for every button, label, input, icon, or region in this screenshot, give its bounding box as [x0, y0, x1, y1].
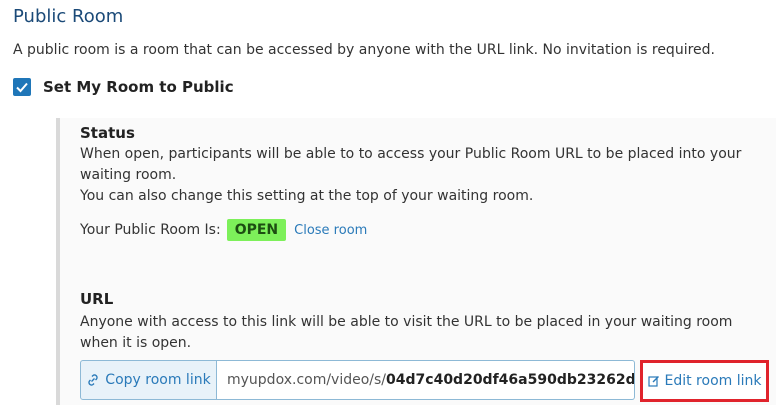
- page-description: A public room is a room that can be acce…: [13, 42, 715, 58]
- room-url-prefix: myupdox.com/video/s/: [227, 372, 387, 388]
- public-checkbox[interactable]: [13, 78, 31, 96]
- edit-room-link-button[interactable]: Edit room link: [640, 360, 769, 402]
- status-text-2: You can also change this setting at the …: [80, 188, 534, 204]
- url-text: Anyone with access to this link will be …: [80, 314, 733, 351]
- public-checkbox-label: Set My Room to Public: [43, 78, 234, 96]
- copy-room-link-label: Copy room link: [105, 372, 211, 388]
- room-status-badge: OPEN: [226, 219, 287, 241]
- checkmark-icon: [16, 82, 28, 93]
- copy-room-link-button[interactable]: Copy room link: [80, 360, 217, 400]
- close-room-link[interactable]: Close room: [294, 223, 367, 238]
- room-status-label: Your Public Room Is:: [80, 222, 221, 238]
- status-text-1: When open, participants will be able to …: [80, 146, 742, 183]
- room-url-field[interactable]: myupdox.com/video/s/04d7c40d20df46a590db…: [217, 360, 635, 400]
- room-url-row: Copy room link myupdox.com/video/s/04d7c…: [80, 360, 635, 400]
- public-toggle[interactable]: Set My Room to Public: [13, 78, 234, 96]
- room-url-id: 04d7c40d20df46a590db23262d96c: [386, 372, 635, 388]
- link-icon: [88, 374, 98, 386]
- page-title: Public Room: [13, 6, 124, 27]
- public-room-page: Public Room A public room is a room that…: [0, 0, 776, 405]
- room-status-row: Your Public Room Is: OPEN Close room: [80, 219, 367, 241]
- url-heading: URL: [80, 290, 114, 308]
- edit-room-link-label: Edit room link: [664, 373, 762, 389]
- edit-icon: [647, 376, 659, 387]
- status-heading: Status: [80, 124, 135, 142]
